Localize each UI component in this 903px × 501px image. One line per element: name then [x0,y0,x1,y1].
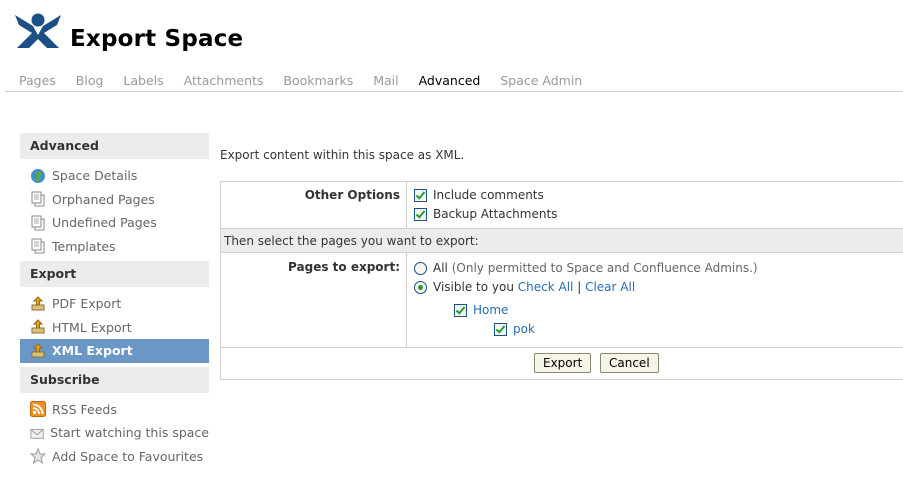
export-visible-option: Visible to you Check All | Clear All [414,280,635,294]
sidebar-item-space-details[interactable]: Space Details [20,164,209,188]
sidebar-item-label: Start watching this space [50,425,209,440]
cancel-button[interactable]: Cancel [600,353,659,373]
sidebar-item-label: PDF Export [52,296,122,311]
sidebar-heading-subscribe: Subscribe [20,366,209,393]
sidebar-item-xml-export[interactable]: XML Export [20,339,209,363]
export-all-note: (Only permitted to Space and Confluence … [451,261,758,275]
tab-attachments[interactable]: Attachments [184,73,264,88]
sidebar-item-label: Space Details [52,168,138,183]
include-comments-option[interactable]: Include comments [414,188,544,202]
other-options-row: Other Options Include comments Backup At… [221,182,903,229]
export-visible-label: Visible to you [433,280,514,294]
export-icon [31,343,45,358]
page-tree-checkbox[interactable] [454,303,467,317]
sidebar-item-label: HTML Export [52,319,132,335]
include-comments-label: Include comments [433,188,544,202]
sidebar-item-orphaned-pages[interactable]: Orphaned Pages [20,188,209,212]
sidebar-item-label: XML Export [52,343,133,358]
backup-attachments-option[interactable]: Backup Attachments [414,207,557,221]
export-all-radio[interactable] [414,261,427,275]
page-tree-item[interactable]: Home [454,303,508,317]
pages-icon [31,215,45,231]
include-comments-checkbox[interactable] [414,188,427,202]
sidebar-heading-export: Export [20,261,209,287]
envelope-icon [30,428,44,439]
sidebar-item-pdf-export[interactable]: PDF Export [20,292,209,316]
other-options-label: Other Options [304,188,400,202]
sidebar-group-advanced: Space Details Orphaned Pages Undefined P… [20,159,209,261]
sidebar-item-label: RSS Feeds [52,401,117,417]
export-icon [31,296,45,311]
globe-icon [31,168,45,183]
sidebar-group-subscribe: RSS Feeds Start watching this space Add … [20,392,209,471]
clear-all-link[interactable]: Clear All [585,280,635,294]
backup-attachments-checkbox[interactable] [414,207,427,221]
tab-advanced[interactable]: Advanced [419,73,481,88]
buttons-divider [221,347,903,348]
sidebar-group-export: PDF Export HTML Export XML Export [20,287,209,363]
check-all-link[interactable]: Check All [518,280,574,294]
export-all-label: All [433,261,448,275]
export-visible-radio[interactable] [414,280,427,294]
page-tree-label[interactable]: pok [513,322,535,336]
tab-blog[interactable]: Blog [76,73,104,88]
confluence-logo-icon [15,13,61,48]
tab-labels[interactable]: Labels [123,73,163,88]
pages-icon [31,191,45,207]
sidebar-item-html-export[interactable]: HTML Export [20,316,209,340]
sidebar-item-watch-space[interactable]: Start watching this space [20,421,209,445]
page-title: Export Space [70,26,244,52]
page-tree-label[interactable]: Home [473,303,508,317]
sidebar-heading-advanced: Advanced [20,133,209,159]
export-icon [31,319,45,334]
sidebar-item-add-favourites[interactable]: Add Space to Favourites [20,445,209,469]
sidebar-item-label: Templates [52,238,116,254]
space-tabs: Pages Blog Labels Attachments Bookmarks … [19,73,598,88]
column-divider [406,253,407,347]
select-pages-instruction: Then select the pages you want to export… [221,229,903,253]
sidebar: Advanced Space Details Orphaned Pages Un… [20,133,209,471]
page-tree-checkbox[interactable] [494,322,507,336]
sidebar-item-label: Orphaned Pages [52,191,155,207]
sidebar-item-undefined-pages[interactable]: Undefined Pages [20,211,209,235]
export-form: Other Options Include comments Backup At… [220,181,903,380]
tab-space-admin[interactable]: Space Admin [500,73,582,88]
sidebar-item-label: Add Space to Favourites [52,448,204,464]
tab-mail[interactable]: Mail [373,73,398,88]
tab-bookmarks[interactable]: Bookmarks [283,73,353,88]
page-tree-item[interactable]: pok [494,322,535,336]
link-separator: | [577,280,582,294]
sidebar-item-templates[interactable]: Templates [20,235,209,259]
export-all-option[interactable]: All (Only permitted to Space and Conflue… [414,261,758,275]
pages-icon [31,238,45,254]
sidebar-item-label: Undefined Pages [52,215,157,230]
column-divider [406,182,407,228]
rss-icon [30,401,46,418]
export-button[interactable]: Export [534,353,592,373]
pages-to-export-label: Pages to export: [288,260,400,274]
tabs-divider [5,91,903,92]
sidebar-item-rss-feeds[interactable]: RSS Feeds [20,398,209,422]
star-icon [30,448,46,465]
tab-pages[interactable]: Pages [19,73,56,88]
export-intro-text: Export content within this space as XML. [220,148,465,162]
backup-attachments-label: Backup Attachments [433,207,558,221]
